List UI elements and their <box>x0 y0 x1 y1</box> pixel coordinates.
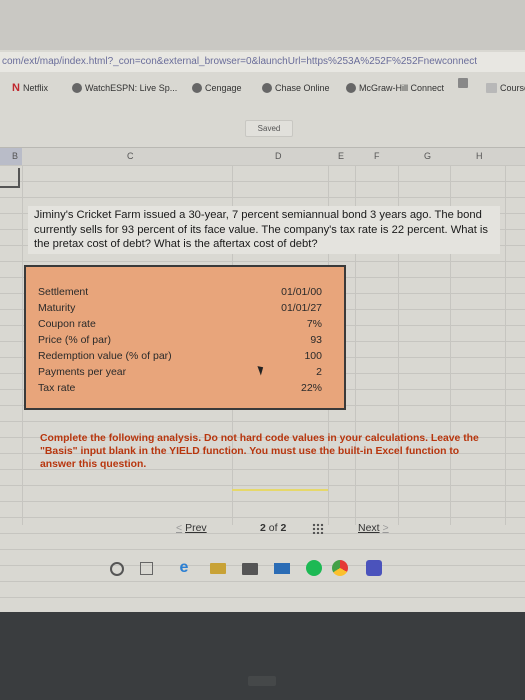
tax-rate-value[interactable]: 22% <box>301 380 322 396</box>
tax-rate-label: Tax rate <box>38 382 76 394</box>
column-header-h[interactable]: H <box>476 148 483 165</box>
globe-icon <box>192 83 202 93</box>
page-current: 2 <box>260 522 266 534</box>
globe-icon <box>346 83 356 93</box>
address-bar[interactable]: com/ext/map/index.html?_con=con&external… <box>0 52 525 72</box>
saved-status: Saved <box>245 120 293 137</box>
settlement-value[interactable]: 01/01/00 <box>281 284 322 300</box>
bookmark-label: Course H <box>500 83 525 93</box>
screen: com/ext/map/index.html?_con=con&external… <box>0 0 525 612</box>
next-label: Next <box>358 522 380 534</box>
column-headers: B C D E F G H <box>0 147 525 166</box>
globe-icon <box>72 83 82 93</box>
column-header-b[interactable]: B <box>12 148 18 165</box>
netflix-icon: N <box>12 82 20 94</box>
bookmark-mcgraw-hill[interactable] <box>458 78 468 88</box>
bookmark-cengage[interactable]: Cengage <box>192 78 242 98</box>
folder-icon[interactable] <box>210 563 226 574</box>
course-icon <box>486 83 497 93</box>
active-cell-underline <box>232 489 328 491</box>
spotify-icon[interactable] <box>306 560 322 576</box>
chrome-icon[interactable] <box>332 560 348 576</box>
payments-per-year-label: Payments per year <box>38 366 127 378</box>
page-separator: of <box>268 522 278 534</box>
selected-column-indicator <box>0 148 22 165</box>
browser-top-strip <box>0 0 525 50</box>
bond-data-table: Settlement 01/01/00 Maturity 01/01/27 Co… <box>24 265 346 410</box>
column-header-g[interactable]: G <box>424 148 431 165</box>
taskbar: e <box>90 556 420 582</box>
chevron-right-icon: > <box>382 522 389 534</box>
grid-view-icon[interactable] <box>312 523 324 534</box>
page-total: 2 <box>280 522 287 534</box>
bookmarks-bar: N Netflix WatchESPN: Live Sp... Cengage … <box>0 78 525 98</box>
bookmark-watchespn[interactable]: WatchESPN: Live Sp... <box>72 78 177 98</box>
bookmark-mcgraw-hill-connect[interactable]: McGraw-Hill Connect <box>346 78 444 98</box>
prev-button[interactable]: < Prev <box>176 518 207 538</box>
page-count: 2 of 2 <box>260 518 286 538</box>
grid-line <box>22 165 23 525</box>
mail-icon[interactable] <box>274 563 290 574</box>
bookmark-label: WatchESPN: Live Sp... <box>85 83 178 93</box>
edge-icon[interactable]: e <box>176 560 192 576</box>
search-circle-icon[interactable] <box>110 562 124 576</box>
store-icon[interactable] <box>242 563 258 575</box>
redemption-value-label: Redemption value (% of par) <box>38 350 172 362</box>
instructions-text: Complete the following analysis. Do not … <box>40 433 479 470</box>
column-header-d[interactable]: D <box>275 148 282 165</box>
coupon-rate-value[interactable]: 7% <box>307 316 322 332</box>
column-header-f[interactable]: F <box>374 148 380 165</box>
bookmark-label: McGraw-Hill Connect <box>359 83 445 93</box>
price-value[interactable]: 93 <box>310 332 322 348</box>
payments-per-year-value[interactable]: 2 <box>316 364 322 380</box>
task-view-icon[interactable] <box>140 562 153 575</box>
bookmark-chase-online[interactable]: Chase Online <box>262 78 330 98</box>
settlement-label: Settlement <box>38 286 89 298</box>
teams-icon[interactable] <box>366 560 382 576</box>
mcgraw-hill-icon <box>458 78 468 88</box>
bookmark-label: Cengage <box>205 83 242 93</box>
column-header-c[interactable]: C <box>127 148 134 165</box>
bookmark-label: Chase Online <box>275 83 330 93</box>
prev-label: Prev <box>185 522 207 534</box>
bookmark-netflix[interactable]: N Netflix <box>12 78 48 98</box>
bookmark-course[interactable]: Course H <box>486 78 525 98</box>
maturity-value[interactable]: 01/01/27 <box>281 300 322 316</box>
coupon-rate-label: Coupon rate <box>38 318 96 330</box>
maturity-label: Maturity <box>38 302 76 314</box>
bookmark-label: Netflix <box>22 83 48 93</box>
redemption-value-value[interactable]: 100 <box>304 348 322 364</box>
question-text: Jiminy's Cricket Farm issued a 30-year, … <box>28 206 500 254</box>
globe-icon <box>262 83 272 93</box>
pagination: < Prev 2 of 2 Next > <box>168 518 418 538</box>
next-button[interactable]: Next > <box>358 518 389 538</box>
monitor-logo <box>248 676 276 686</box>
selected-cell-indicator <box>0 168 20 188</box>
grid-line <box>505 165 506 525</box>
column-header-e[interactable]: E <box>338 148 344 165</box>
chevron-left-icon: < <box>176 522 183 534</box>
price-label: Price (% of par) <box>38 334 111 346</box>
